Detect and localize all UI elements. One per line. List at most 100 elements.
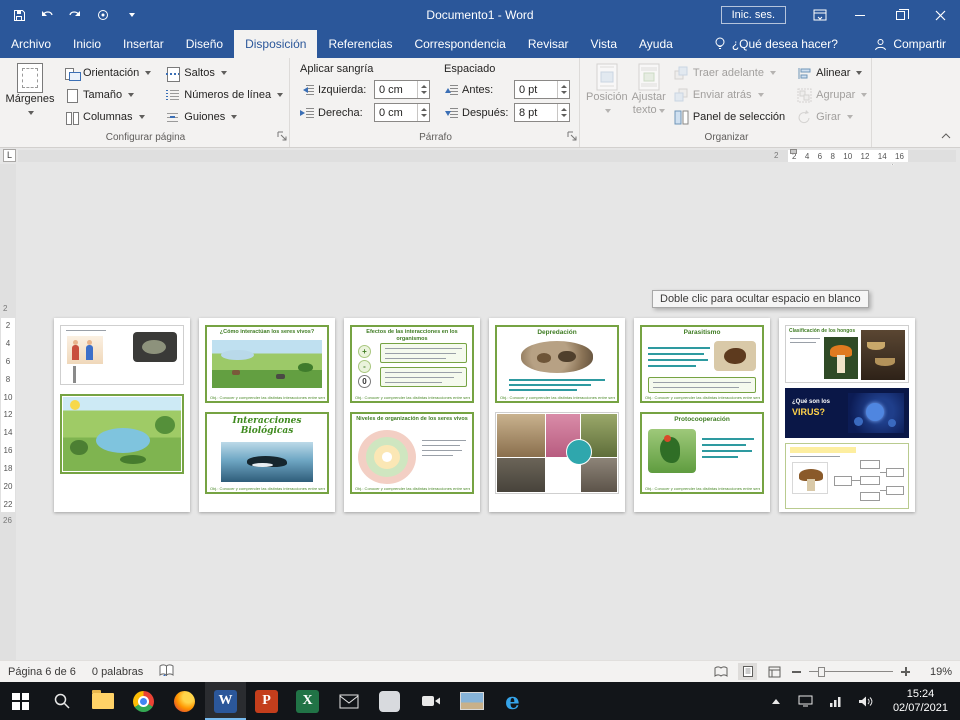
- tab-vista[interactable]: Vista: [580, 30, 628, 58]
- paragraph-dialog-launcher[interactable]: [567, 129, 577, 144]
- tab-diseno[interactable]: Diseño: [175, 30, 234, 58]
- ribbon-display-options-button[interactable]: [800, 0, 840, 30]
- slide-thumbnail[interactable]: Efectos de las interacciones en los orga…: [350, 325, 474, 403]
- excel-button[interactable]: X: [287, 682, 328, 720]
- slide-thumbnail[interactable]: [60, 394, 184, 474]
- slide-thumbnail[interactable]: Parasitismo Obj.: Conocer y comprender l…: [640, 325, 764, 403]
- touch-mode-button[interactable]: [90, 3, 116, 27]
- tab-correspondencia[interactable]: Correspondencia: [403, 30, 516, 58]
- horizontal-ruler[interactable]: L 2 246810121416: [0, 148, 960, 164]
- collapse-ribbon-button[interactable]: [940, 128, 952, 143]
- slide-thumbnail[interactable]: [60, 325, 184, 385]
- close-button[interactable]: [920, 0, 960, 30]
- tab-disposicion[interactable]: Disposición: [234, 30, 317, 58]
- tray-expand-button[interactable]: [761, 699, 791, 704]
- columns-button[interactable]: Columnas: [60, 106, 155, 128]
- spinner-arrows[interactable]: [557, 104, 569, 121]
- slide-thumbnail[interactable]: [785, 443, 909, 509]
- wrap-text-button[interactable]: Ajustar texto: [632, 60, 666, 116]
- minimize-button[interactable]: [840, 0, 880, 30]
- margins-button[interactable]: Márgenes: [6, 60, 54, 118]
- document-page-1[interactable]: [54, 318, 190, 512]
- page-setup-dialog-launcher[interactable]: [277, 129, 287, 144]
- sign-in-button[interactable]: Inic. ses.: [721, 6, 786, 24]
- word-taskbar-button[interactable]: W: [205, 682, 246, 720]
- spinner-arrows[interactable]: [417, 81, 429, 98]
- tray-network-button[interactable]: [821, 695, 851, 707]
- tell-me-search[interactable]: ¿Qué desea hacer?: [702, 30, 850, 58]
- slide-thumbnail[interactable]: InteraccionesBiológicas Obj.: Conocer y …: [205, 412, 329, 494]
- redo-button[interactable]: [62, 3, 88, 27]
- zoom-slider-thumb[interactable]: [818, 667, 825, 677]
- tab-inicio[interactable]: Inicio: [62, 30, 112, 58]
- undo-button[interactable]: [34, 3, 60, 27]
- tray-volume-button[interactable]: [851, 695, 881, 708]
- chrome-button[interactable]: [123, 682, 164, 720]
- zoom-out-button[interactable]: [792, 671, 801, 673]
- selection-pane-button[interactable]: Panel de selección: [670, 106, 789, 128]
- slide-thumbnail[interactable]: Clasificación de los hongos: [785, 325, 909, 383]
- indent-right-input[interactable]: 0 cm: [374, 103, 430, 122]
- customize-quick-access-button[interactable]: [118, 3, 144, 27]
- restore-button[interactable]: [880, 0, 920, 30]
- read-mode-button[interactable]: [711, 663, 730, 680]
- zoom-level[interactable]: 19%: [918, 666, 952, 678]
- document-page-6[interactable]: Clasificación de los hongos ¿Qué son los: [779, 318, 915, 512]
- tab-insertar[interactable]: Insertar: [112, 30, 175, 58]
- proofing-status-button[interactable]: [159, 664, 174, 679]
- document-page-3[interactable]: Efectos de las interacciones en los orga…: [344, 318, 480, 512]
- spacing-before-input[interactable]: 0 pt: [514, 80, 570, 99]
- align-button[interactable]: Alinear: [793, 62, 871, 84]
- app-button[interactable]: [369, 682, 410, 720]
- slide-thumbnail[interactable]: Protocooperación Obj.: Conocer y compren…: [640, 412, 764, 494]
- orientation-button[interactable]: Orientación: [60, 62, 155, 84]
- tray-display-button[interactable]: [791, 695, 821, 707]
- taskbar-search-button[interactable]: [41, 682, 82, 720]
- share-button[interactable]: Compartir: [860, 30, 960, 58]
- photos-app-button[interactable]: [451, 682, 492, 720]
- clock[interactable]: 15:24 02/07/2021: [881, 687, 960, 716]
- slide-thumbnail[interactable]: Niveles de organización de los seres viv…: [350, 412, 474, 494]
- spacing-after-input[interactable]: 8 pt: [514, 103, 570, 122]
- position-button[interactable]: Posición: [586, 60, 628, 116]
- document-page-2[interactable]: ¿Cómo interactúan los seres vivos? Obj.:…: [199, 318, 335, 512]
- powerpoint-button[interactable]: P: [246, 682, 287, 720]
- page-indicator[interactable]: Página 6 de 6: [8, 666, 76, 678]
- send-backward-button[interactable]: Enviar atrás: [670, 84, 789, 106]
- spinner-arrows[interactable]: [417, 104, 429, 121]
- tab-ayuda[interactable]: Ayuda: [628, 30, 684, 58]
- tab-referencias[interactable]: Referencias: [317, 30, 403, 58]
- line-numbers-button[interactable]: Números de línea: [161, 84, 287, 106]
- breaks-button[interactable]: Saltos: [161, 62, 287, 84]
- indent-left-input[interactable]: 0 cm: [374, 80, 430, 99]
- group-button[interactable]: Agrupar: [793, 84, 871, 106]
- mail-button[interactable]: [328, 682, 369, 720]
- document-canvas[interactable]: 2 246810121416182022 26 Doble clic para …: [0, 164, 960, 660]
- slide-thumbnail[interactable]: [495, 412, 619, 494]
- document-page-5[interactable]: Parasitismo Obj.: Conocer y comprender l…: [634, 318, 770, 512]
- save-button[interactable]: [6, 3, 32, 27]
- ruler-active-segment[interactable]: 246810121416: [788, 150, 908, 162]
- edge-button[interactable]: e: [492, 682, 533, 720]
- print-layout-button[interactable]: [738, 663, 757, 680]
- zoom-in-button[interactable]: [901, 667, 910, 676]
- tab-revisar[interactable]: Revisar: [517, 30, 580, 58]
- start-button[interactable]: [0, 682, 41, 720]
- web-layout-button[interactable]: [765, 663, 784, 680]
- camera-app-button[interactable]: [410, 682, 451, 720]
- firefox-button[interactable]: [164, 682, 205, 720]
- slide-thumbnail[interactable]: ¿Qué son los VIRUS?: [785, 388, 909, 438]
- word-count[interactable]: 0 palabras: [92, 666, 143, 678]
- rotate-button[interactable]: Girar: [793, 106, 871, 128]
- hyphenation-button[interactable]: Guiones: [161, 106, 287, 128]
- zoom-slider[interactable]: [809, 666, 893, 678]
- tab-archivo[interactable]: Archivo: [0, 30, 62, 58]
- indent-marker[interactable]: [790, 149, 797, 154]
- page-size-button[interactable]: Tamaño: [60, 84, 155, 106]
- tab-stop-selector[interactable]: L: [3, 149, 16, 162]
- file-explorer-button[interactable]: [82, 682, 123, 720]
- spinner-arrows[interactable]: [557, 81, 569, 98]
- slide-thumbnail[interactable]: Depredación Obj.: Conocer y comprender l…: [495, 325, 619, 403]
- document-page-4[interactable]: Depredación Obj.: Conocer y comprender l…: [489, 318, 625, 512]
- bring-forward-button[interactable]: Traer adelante: [670, 62, 789, 84]
